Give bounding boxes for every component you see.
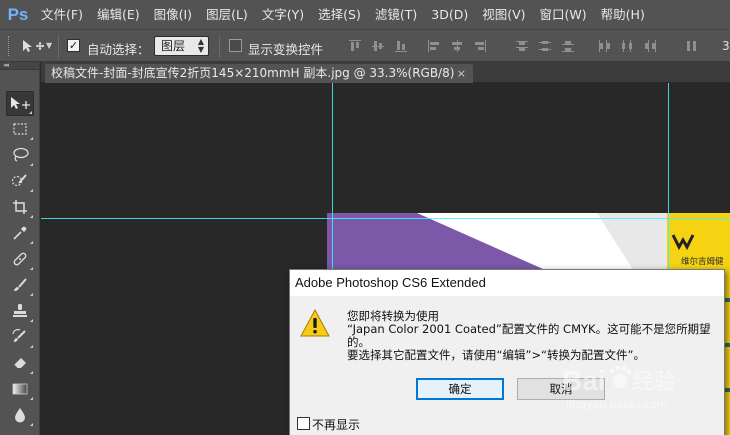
menu-view[interactable]: 视图(V) [475, 0, 532, 29]
horizontal-guide[interactable] [41, 218, 730, 219]
options-bar: ▼ ✓ 自动选择： 图层 ▲ ▼ 显示变换控件 3 [0, 29, 730, 62]
stamp-icon [13, 303, 27, 317]
paw-icon [609, 365, 632, 388]
document-tab-bar: 校稿文件-封面-封底宣传2折页145×210mmH 副本.jpg @ 33.3%… [41, 62, 730, 83]
auto-select-label: 自动选择： [87, 42, 150, 57]
ok-button[interactable]: 确定 [416, 378, 504, 400]
menu-edit[interactable]: 编辑(E) [90, 0, 147, 29]
gradient-tool-button[interactable] [6, 376, 34, 401]
tools-panel: ◂◂ [0, 62, 40, 435]
quick-select-brush-icon [11, 173, 27, 186]
crop-icon [13, 199, 27, 214]
lasso-icon [13, 147, 29, 162]
photoshop-logo: Ps [7, 4, 29, 24]
eraser-tool-button[interactable] [6, 350, 34, 375]
distribute-bottom-edges-icon[interactable] [560, 38, 576, 54]
menu-file[interactable]: 文件(F) [34, 0, 90, 29]
auto-align-layers-icon[interactable] [684, 38, 700, 54]
options-divider [219, 35, 220, 58]
healing-brush-tool-button[interactable] [6, 246, 34, 271]
rectangular-marquee-icon [13, 122, 27, 135]
options-divider [58, 35, 59, 58]
tools-panel-collapse-handle[interactable]: ◂◂ [0, 62, 39, 70]
menu-help[interactable]: 帮助(H) [594, 0, 652, 29]
menu-filter[interactable]: 滤镜(T) [368, 0, 424, 29]
dialog-message-line: “Japan Color 2001 Coated”配置文件的 CMYK。这可能不… [347, 322, 711, 336]
move-tool-icon [11, 96, 30, 109]
eraser-icon [13, 357, 26, 368]
tool-preset-chevron-down-icon[interactable]: ▼ [46, 41, 52, 50]
crop-tool-button[interactable] [6, 194, 34, 219]
distribute-left-edges-icon[interactable] [596, 38, 612, 54]
bandage-icon [13, 252, 27, 265]
align-vertical-centers-icon[interactable] [370, 38, 386, 54]
lasso-tool-button[interactable] [6, 142, 34, 167]
marquee-tool-button[interactable] [6, 116, 34, 141]
align-bottom-edges-icon[interactable] [393, 38, 409, 54]
dont-show-again-label: 不再显示 [312, 418, 361, 432]
page-logo-text: 维尔吉姆健 [681, 257, 724, 267]
history-brush-icon [12, 328, 26, 342]
watermark-brand-suffix: 经验 [632, 370, 676, 395]
clone-stamp-tool-button[interactable] [6, 298, 34, 323]
document-tab[interactable]: 校稿文件-封面-封底宣传2折页145×210mmH 副本.jpg @ 33.3%… [45, 64, 473, 83]
align-left-edges-icon[interactable] [426, 38, 442, 54]
history-brush-tool-button[interactable] [6, 324, 34, 349]
menu-type[interactable]: 文字(Y) [255, 0, 311, 29]
close-tab-icon[interactable]: × [457, 64, 466, 83]
menu-select[interactable]: 选择(S) [311, 0, 368, 29]
menu-bar: Ps 文件(F) 编辑(E) 图像(I) 图层(L) 文字(Y) 选择(S) 滤… [0, 0, 730, 29]
document-tab-title: 校稿文件-封面-封底宣传2折页145×210mmH 副本.jpg @ 33.3%… [51, 66, 455, 80]
distribute-top-edges-icon[interactable] [514, 38, 530, 54]
move-tool-button[interactable] [6, 91, 34, 116]
brush-icon [14, 277, 27, 291]
options-trailing-text: 3 [722, 39, 730, 53]
watermark-url: jingyan.baidu.com [565, 398, 668, 411]
auto-select-target-dropdown[interactable]: 图层 ▲ ▼ [154, 36, 209, 56]
gradient-icon [12, 383, 28, 394]
baidu-jingyan-watermark: Bai 经验 jingyan.baidu.com [560, 358, 730, 418]
dont-show-again-checkbox[interactable] [297, 417, 310, 430]
warning-icon [300, 309, 330, 337]
distribute-horizontal-centers-icon[interactable] [619, 38, 635, 54]
watermark-brand: Bai [562, 365, 606, 396]
checkmark-icon: ✓ [68, 39, 79, 52]
align-horizontal-centers-icon[interactable] [449, 38, 465, 54]
quick-select-tool-button[interactable] [6, 168, 34, 193]
menu-window[interactable]: 窗口(W) [533, 0, 594, 29]
move-tool-preset-icon[interactable] [20, 38, 46, 54]
menu-3d[interactable]: 3D(D) [424, 0, 475, 29]
options-bar-grip[interactable] [8, 36, 10, 56]
align-top-edges-icon[interactable] [347, 38, 363, 54]
eyedropper-tool-button[interactable] [6, 220, 34, 245]
menu-image[interactable]: 图像(I) [147, 0, 199, 29]
auto-select-checkbox[interactable]: ✓ [67, 39, 80, 52]
auto-select-target-value: 图层 [161, 39, 186, 53]
blur-tool-button[interactable] [6, 402, 34, 427]
brush-tool-button[interactable] [6, 272, 34, 297]
water-drop-icon [15, 407, 25, 422]
distribute-right-edges-icon[interactable] [642, 38, 658, 54]
updown-arrows-icon: ▲ ▼ [197, 37, 204, 54]
dialog-title[interactable]: Adobe Photoshop CS6 Extended [290, 270, 724, 296]
show-transform-controls-checkbox[interactable] [229, 39, 242, 52]
align-right-edges-icon[interactable] [472, 38, 488, 54]
eyedropper-icon [13, 226, 27, 240]
distribute-vertical-centers-icon[interactable] [537, 38, 553, 54]
show-transform-controls-label: 显示变换控件 [248, 42, 324, 57]
menu-layer[interactable]: 图层(L) [199, 0, 255, 29]
